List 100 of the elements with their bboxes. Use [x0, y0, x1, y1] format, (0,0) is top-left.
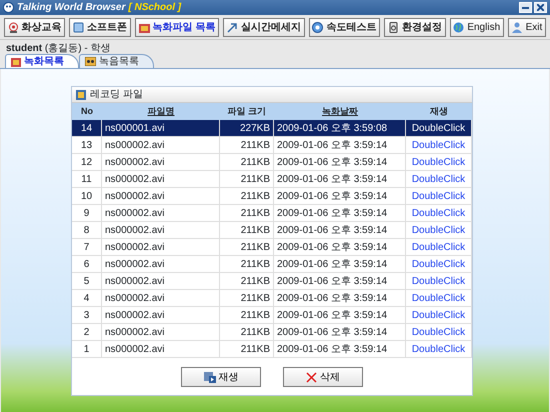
file-size-cell: 211KB	[220, 256, 274, 273]
play-link[interactable]: DoubleClick	[406, 120, 472, 137]
toolbar-button[interactable]: English	[450, 18, 504, 36]
file-name-cell: ns000002.avi	[102, 154, 220, 171]
play-link[interactable]: DoubleClick	[406, 341, 472, 358]
row-number: 4	[72, 290, 102, 307]
column-header: 재생	[406, 103, 472, 120]
play-link[interactable]: DoubleClick	[406, 188, 472, 205]
column-header[interactable]: 녹화날짜	[274, 103, 406, 120]
play-link[interactable]: DoubleClick	[406, 324, 472, 341]
file-name-cell: ns000002.avi	[102, 341, 220, 358]
play-link[interactable]: DoubleClick	[406, 171, 472, 188]
minimize-icon	[522, 6, 528, 8]
file-name-cell: ns000002.avi	[102, 137, 220, 154]
file-size-cell: 211KB	[220, 307, 274, 324]
toolbar-button[interactable]: 속도테스트	[308, 18, 380, 36]
toolbar-button[interactable]: 소프트폰	[69, 18, 131, 36]
file-name-cell: ns000002.avi	[102, 239, 220, 256]
toolbar-button[interactable]: 환경설정	[384, 18, 446, 36]
date-cell: 2009-01-06 오후 3:59:14	[274, 188, 406, 205]
row-number: 10	[72, 188, 102, 205]
file-name-cell: ns000002.avi	[102, 290, 220, 307]
user-name: (홍길동) - 학생	[44, 43, 110, 54]
window-title: Talking World Browser	[17, 1, 126, 15]
row-number: 5	[72, 273, 102, 290]
panel-title: 레코딩 파일	[90, 88, 143, 102]
date-cell: 2009-01-06 오후 3:59:14	[274, 171, 406, 188]
file-size-cell: 211KB	[220, 273, 274, 290]
date-cell: 2009-01-06 오후 3:59:14	[274, 307, 406, 324]
file-size-cell: 211KB	[220, 188, 274, 205]
row-number: 14	[72, 120, 102, 137]
date-cell: 2009-01-06 오후 3:59:14	[274, 137, 406, 154]
row-number: 1	[72, 341, 102, 358]
row-number: 6	[72, 256, 102, 273]
play-button[interactable]: 재생	[181, 367, 261, 387]
play-link[interactable]: DoubleClick	[406, 154, 472, 171]
user-id: student	[6, 43, 42, 54]
file-size-cell: 227KB	[220, 120, 274, 137]
play-link[interactable]: DoubleClick	[406, 222, 472, 239]
play-link[interactable]: DoubleClick	[406, 137, 472, 154]
file-name-cell: ns000001.avi	[102, 120, 220, 137]
play-link[interactable]: DoubleClick	[406, 290, 472, 307]
file-name-cell: ns000002.avi	[102, 307, 220, 324]
file-name-cell: ns000002.avi	[102, 222, 220, 239]
tv-icon	[138, 22, 150, 32]
date-cell: 2009-01-06 오후 3:59:14	[274, 222, 406, 239]
file-size-cell: 211KB	[220, 239, 274, 256]
cassette-icon	[85, 57, 96, 66]
column-header: No	[72, 103, 102, 120]
close-button[interactable]	[534, 2, 547, 13]
file-size-cell: 211KB	[220, 205, 274, 222]
column-header[interactable]: 파일명	[102, 103, 220, 120]
date-cell: 2009-01-06 오후 3:59:08	[274, 120, 406, 137]
row-number: 8	[72, 222, 102, 239]
row-number: 2	[72, 324, 102, 341]
column-header: 파일 크기	[220, 103, 274, 120]
date-cell: 2009-01-06 오후 3:59:14	[274, 273, 406, 290]
file-name-cell: ns000002.avi	[102, 205, 220, 222]
file-size-cell: 211KB	[220, 324, 274, 341]
toolbar-button[interactable]: 실시간메세지	[223, 18, 305, 36]
tab[interactable]: 녹화목록	[5, 54, 79, 68]
window-subtitle: [ NSchool ]	[128, 1, 182, 15]
close-icon	[537, 4, 544, 11]
minimize-button[interactable]	[518, 2, 532, 13]
file-name-cell: ns000002.avi	[102, 256, 220, 273]
toolbar-button[interactable]: 화상교육	[4, 18, 66, 36]
toolbar-button[interactable]: Exit	[508, 18, 546, 36]
date-cell: 2009-01-06 오후 3:59:14	[274, 239, 406, 256]
user-icon	[512, 22, 523, 32]
file-size-cell: 211KB	[220, 290, 274, 307]
tab[interactable]: 녹음목록	[79, 54, 154, 68]
play-link[interactable]: DoubleClick	[406, 205, 472, 222]
date-cell: 2009-01-06 오후 3:59:14	[274, 154, 406, 171]
file-size-cell: 211KB	[220, 137, 274, 154]
file-name-cell: ns000002.avi	[102, 324, 220, 341]
date-cell: 2009-01-06 오후 3:59:14	[274, 341, 406, 358]
file-size-cell: 211KB	[220, 154, 274, 171]
toolbar-button[interactable]: 녹화파일 목록	[134, 18, 220, 36]
date-cell: 2009-01-06 오후 3:59:14	[274, 324, 406, 341]
play-link[interactable]: DoubleClick	[406, 239, 472, 256]
close-icon	[306, 372, 317, 382]
webcam-icon	[8, 22, 19, 32]
tv-icon	[11, 56, 21, 66]
file-name-cell: ns000002.avi	[102, 188, 220, 205]
row-number: 3	[72, 307, 102, 324]
play-link[interactable]: DoubleClick	[406, 256, 472, 273]
file-name-cell: ns000002.avi	[102, 171, 220, 188]
play-link[interactable]: DoubleClick	[406, 273, 472, 290]
row-number: 12	[72, 154, 102, 171]
row-number: 11	[72, 171, 102, 188]
row-number: 7	[72, 239, 102, 256]
date-cell: 2009-01-06 오후 3:59:14	[274, 290, 406, 307]
row-number: 9	[72, 205, 102, 222]
arrow-icon	[226, 22, 238, 32]
date-cell: 2009-01-06 오후 3:59:14	[274, 205, 406, 222]
play-link[interactable]: DoubleClick	[406, 307, 472, 324]
device-icon	[388, 22, 399, 32]
file-size-cell: 211KB	[220, 222, 274, 239]
row-number: 13	[72, 137, 102, 154]
delete-button[interactable]: 삭제	[283, 367, 363, 387]
